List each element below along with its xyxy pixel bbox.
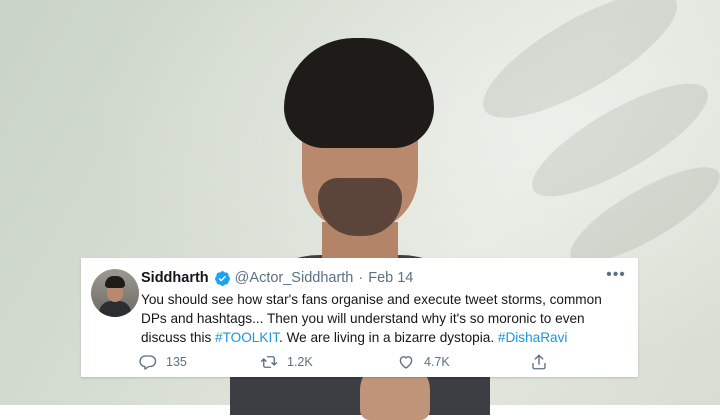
tweet-card: Siddharth @Actor_Siddharth · Feb 14 ••• … — [81, 258, 638, 377]
more-options-icon[interactable]: ••• — [606, 266, 626, 284]
like-count: 4.7K — [424, 355, 450, 369]
author-name[interactable]: Siddharth — [141, 270, 209, 286]
reply-count: 135 — [166, 355, 187, 369]
retweet-count: 1.2K — [287, 355, 313, 369]
tweet-text: You should see how star's fans organise … — [141, 290, 631, 347]
author-handle[interactable]: @Actor_Siddharth — [235, 270, 354, 286]
retweet-button[interactable]: 1.2K — [260, 353, 313, 371]
hashtag-toolkit[interactable]: #TOOLKIT — [215, 330, 279, 345]
share-icon — [532, 354, 546, 370]
reply-icon — [139, 355, 157, 370]
tweet-actions: 135 1.2K 4.7K — [139, 353, 559, 371]
retweet-icon — [260, 356, 278, 368]
share-button[interactable] — [530, 353, 557, 371]
tweet-header: Siddharth @Actor_Siddharth · Feb 14 — [141, 268, 413, 288]
heart-icon — [399, 356, 413, 369]
avatar[interactable] — [91, 269, 139, 317]
reply-button[interactable]: 135 — [139, 353, 187, 371]
tweet-date[interactable]: Feb 14 — [368, 270, 413, 286]
hair — [284, 38, 434, 148]
verified-badge-icon — [214, 270, 230, 286]
like-button[interactable]: 4.7K — [397, 353, 450, 371]
hashtag-disharavi[interactable]: #DishaRavi — [498, 330, 568, 345]
separator-dot: · — [358, 270, 364, 286]
tweet-text-middle: . We are living in a bizarre dystopia. — [279, 330, 498, 345]
